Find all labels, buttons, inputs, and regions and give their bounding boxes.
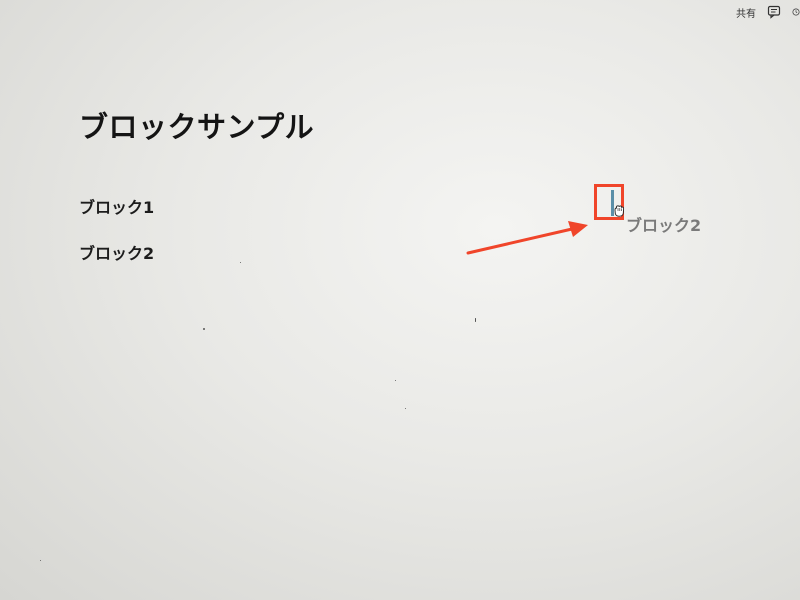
screen-speck xyxy=(240,262,241,263)
dragged-block-ghost[interactable]: ブロック2 xyxy=(626,212,701,236)
text-block-1[interactable]: ブロック1 xyxy=(79,194,154,218)
screen-speck xyxy=(475,318,476,322)
page-title: ブロックサンプル xyxy=(79,110,315,144)
clock-icon[interactable] xyxy=(792,4,800,20)
text-block-2[interactable]: ブロック2 xyxy=(79,240,154,264)
screen-speck xyxy=(203,328,205,330)
annotation-arrow-icon xyxy=(466,221,588,255)
top-bar: 共有 xyxy=(736,0,800,24)
grab-cursor-icon xyxy=(614,205,625,217)
screen-speck xyxy=(40,560,41,561)
screen-speck xyxy=(395,380,396,381)
share-button[interactable]: 共有 xyxy=(736,5,756,20)
comment-icon[interactable] xyxy=(766,4,782,20)
screen-speck xyxy=(405,408,406,409)
